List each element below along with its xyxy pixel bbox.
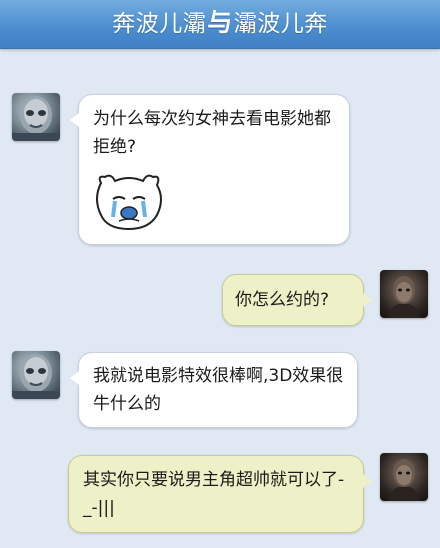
message-bubble-4[interactable]: 其实你只要说男主角超帅就可以了-_-||| (68, 455, 372, 533)
message-text-3: 我就说电影特效很棒啊,3D效果很牛什么的 (93, 366, 344, 414)
message-bubble-2[interactable]: 你怎么约的? (222, 274, 372, 326)
title-left-name: 奔波儿灞 (112, 11, 207, 37)
message-bubble-3[interactable]: 我就说电影特效很棒啊,3D效果很牛什么的 (70, 352, 358, 428)
message-text-4: 其实你只要说男主角超帅就可以了-_-||| (83, 470, 345, 518)
message-bubble-1[interactable]: 为什么每次约女神去看电影她都拒绝? (70, 94, 350, 245)
dark-figure-avatar[interactable] (380, 270, 428, 318)
title-right-name: 灞波儿奔 (233, 11, 328, 37)
alien-face-avatar[interactable] (12, 93, 60, 141)
message-text-2: 你怎么约的? (235, 290, 330, 310)
chat-title-bar: 奔波儿灞与灞波儿奔 (0, 0, 440, 49)
title-separator: 与 (207, 8, 233, 37)
alien-face-avatar[interactable] (12, 351, 60, 399)
crying-bear-sticker[interactable] (91, 171, 167, 233)
dark-figure-avatar[interactable] (380, 453, 428, 501)
chat-area[interactable]: 为什么每次约女神去看电影她都拒绝? 你怎么约的? 我就说电影特效很棒啊,3D效果… (0, 48, 440, 548)
message-text-1: 为什么每次约女神去看电影她都拒绝? (93, 109, 331, 157)
